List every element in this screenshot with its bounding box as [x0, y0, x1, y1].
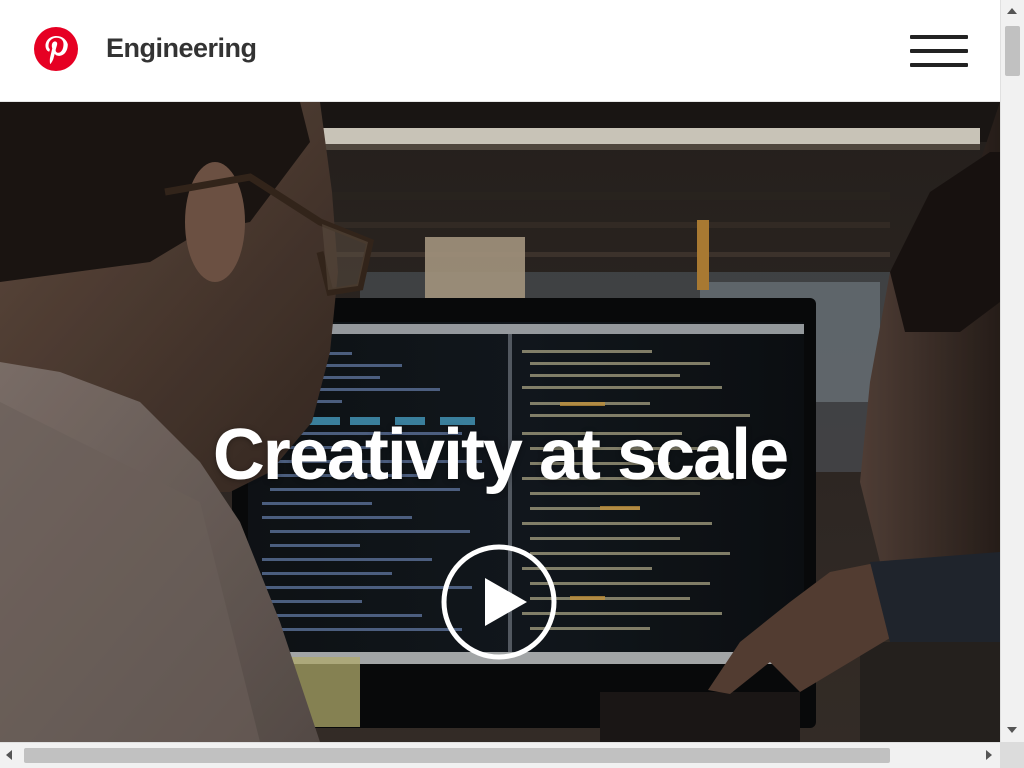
page-viewport: Engineering Creativity at scale: [0, 0, 1000, 742]
hero-video[interactable]: Creativity at scale: [0, 102, 1000, 742]
scroll-right-arrow-icon[interactable]: [986, 750, 992, 760]
horizontal-scrollbar[interactable]: [0, 742, 1000, 768]
vertical-scroll-thumb[interactable]: [1005, 26, 1020, 76]
brand-title[interactable]: Engineering: [106, 33, 257, 64]
scroll-up-arrow-icon[interactable]: [1007, 8, 1017, 14]
scrollbar-corner: [1000, 742, 1024, 768]
pinterest-logo-icon[interactable]: [34, 27, 78, 71]
hero-headline: Creativity at scale: [212, 415, 789, 496]
hamburger-menu-icon[interactable]: [906, 32, 970, 72]
vertical-scrollbar[interactable]: [1000, 0, 1024, 742]
play-icon[interactable]: [441, 544, 557, 660]
horizontal-scroll-thumb[interactable]: [24, 748, 890, 763]
scroll-down-arrow-icon[interactable]: [1007, 727, 1017, 733]
scroll-left-arrow-icon[interactable]: [6, 750, 12, 760]
site-header: Engineering: [0, 0, 1000, 102]
